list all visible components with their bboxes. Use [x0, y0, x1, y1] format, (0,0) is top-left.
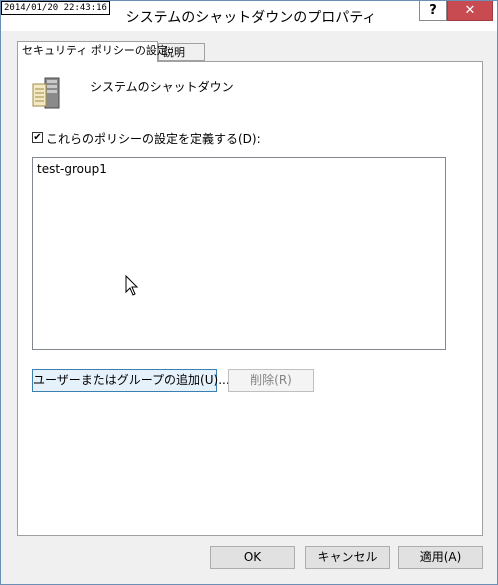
cancel-button[interactable]: キャンセル: [305, 546, 390, 569]
properties-dialog: システムのシャットダウンのプロパティ ? ✕ セキュリティ ポリシーの設定 説明…: [0, 0, 498, 585]
apply-button[interactable]: 適用(A): [398, 546, 483, 569]
remove-button[interactable]: 削除(R): [228, 369, 314, 392]
principals-listbox[interactable]: test-group1: [32, 157, 446, 350]
policy-name: システムのシャットダウン: [90, 80, 234, 94]
mouse-cursor-icon: [125, 275, 139, 296]
define-policy-checkbox-label[interactable]: これらのポリシーの設定を定義する(D):: [46, 130, 261, 147]
close-button[interactable]: ✕: [447, 1, 493, 21]
add-user-or-group-button[interactable]: ユーザーまたはグループの追加(U)...: [32, 369, 230, 392]
help-button[interactable]: ?: [419, 1, 447, 21]
server-icon: [32, 77, 60, 109]
define-policy-checkbox[interactable]: ✔: [32, 132, 43, 143]
list-item[interactable]: test-group1: [37, 162, 107, 176]
timestamp-overlay: 2014/01/20 22:43:16: [1, 1, 110, 15]
tab-security-policy-settings[interactable]: セキュリティ ポリシーの設定: [17, 41, 168, 62]
ok-button[interactable]: OK: [210, 546, 295, 569]
dialog-title: システムのシャットダウンのプロパティ: [125, 10, 377, 26]
